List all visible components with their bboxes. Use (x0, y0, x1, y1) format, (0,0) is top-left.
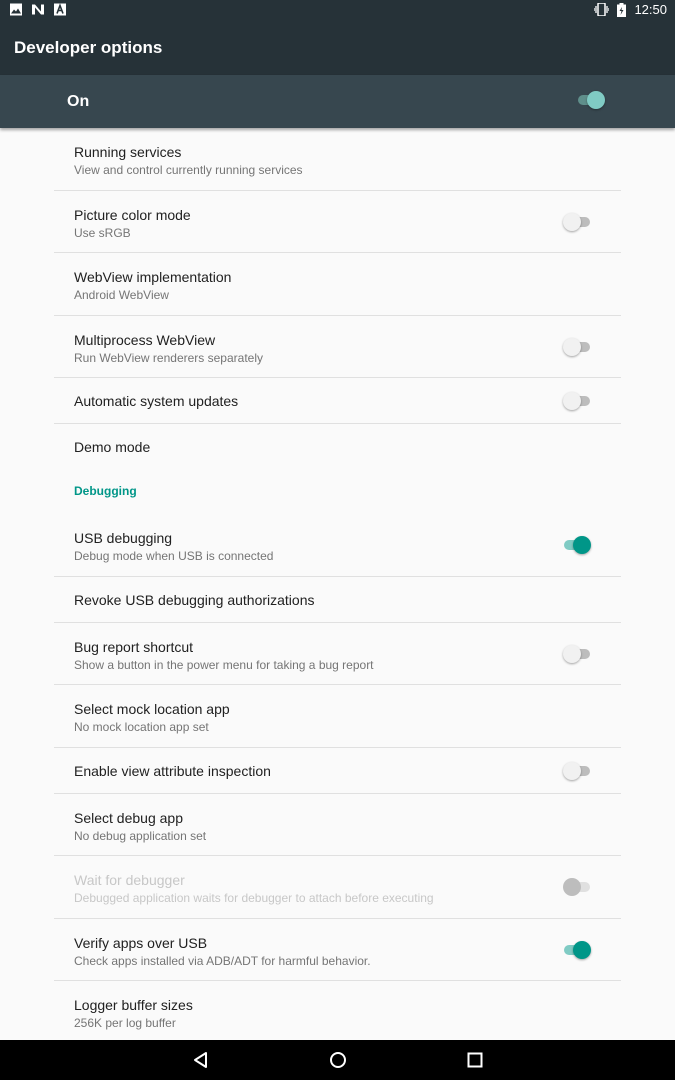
pref-summary: Debug mode when USB is connected (74, 549, 274, 563)
status-bar: 12:50 (0, 0, 675, 20)
pref-logger-buffer-sizes[interactable]: Logger buffer sizes 256K per log buffer (54, 981, 621, 1044)
pref-mock-location-app[interactable]: Select mock location app No mock locatio… (54, 685, 621, 748)
pref-summary: View and control currently running servi… (74, 163, 303, 177)
pref-title: Running services (74, 144, 182, 160)
wait-for-debugger-toggle (563, 878, 590, 896)
pref-revoke-usb-auth[interactable]: Revoke USB debugging authorizations (54, 577, 621, 623)
status-time: 12:50 (634, 2, 667, 17)
pref-summary: Check apps installed via ADB/ADT for har… (74, 953, 371, 968)
pref-title: Logger buffer sizes (74, 997, 193, 1013)
pref-summary: Use sRGB (74, 225, 131, 240)
pref-demo-mode[interactable]: Demo mode (54, 424, 621, 470)
pref-summary: 256K per log buffer (74, 1016, 176, 1030)
app-bar: Developer options (0, 20, 675, 75)
pref-title: WebView implementation (74, 269, 232, 285)
pref-title: Multiprocess WebView (74, 331, 216, 348)
pref-view-attribute-inspection[interactable]: Enable view attribute inspection (54, 748, 621, 794)
pref-usb-debugging[interactable]: USB debugging Debug mode when USB is con… (54, 514, 621, 577)
picture-color-mode-toggle[interactable] (563, 212, 590, 231)
category-title: Debugging (74, 484, 137, 498)
pref-title: Wait for debugger (74, 872, 185, 888)
view-attribute-inspection-toggle[interactable] (563, 761, 590, 780)
pref-webview-implementation[interactable]: WebView implementation Android WebView (54, 253, 621, 316)
pref-title: Select mock location app (74, 701, 230, 717)
verify-apps-usb-toggle[interactable] (564, 940, 591, 959)
automatic-system-updates-toggle[interactable] (563, 392, 590, 410)
pref-multiprocess-webview[interactable]: Multiprocess WebView Run WebView rendere… (54, 316, 621, 378)
n-icon (32, 4, 44, 15)
pref-title: Bug report shortcut (74, 638, 194, 655)
pref-title: Enable view attribute inspection (74, 762, 271, 779)
pref-automatic-system-updates[interactable]: Automatic system updates (54, 378, 621, 424)
pref-title: USB debugging (74, 530, 173, 546)
pref-select-debug-app[interactable]: Select debug app No debug application se… (54, 794, 621, 856)
settings-list: Running services View and control curren… (54, 128, 621, 1044)
image-icon (10, 3, 22, 16)
battery-icon (617, 2, 627, 17)
vibrate-icon (594, 3, 610, 16)
home-icon[interactable] (328, 1050, 348, 1070)
master-switch-label: On (67, 93, 90, 110)
pref-wait-for-debugger: Wait for debugger Debugged application w… (54, 856, 621, 919)
a-icon (54, 3, 66, 16)
back-icon[interactable] (191, 1050, 211, 1070)
pref-summary: No mock location app set (74, 720, 209, 734)
category-debugging: Debugging (54, 470, 621, 514)
pref-summary: Run WebView renderers separately (74, 350, 263, 365)
pref-summary: No debug application set (74, 828, 207, 843)
pref-title: Verify apps over USB (74, 934, 208, 951)
pref-title: Select debug app (74, 809, 183, 826)
pref-title: Demo mode (74, 439, 151, 455)
pref-bug-report-shortcut[interactable]: Bug report shortcut Show a button in the… (54, 623, 621, 685)
pref-summary: Show a button in the power menu for taki… (74, 657, 374, 672)
navigation-bar (0, 1040, 675, 1080)
pref-picture-color-mode[interactable]: Picture color mode Use sRGB (54, 191, 621, 253)
bug-report-shortcut-toggle[interactable] (563, 644, 590, 663)
pref-verify-apps-usb[interactable]: Verify apps over USB Check apps installe… (54, 919, 621, 981)
pref-summary: Debugged application waits for debugger … (74, 891, 434, 905)
pref-title: Automatic system updates (74, 393, 239, 409)
page-title: Developer options (14, 38, 163, 57)
recents-icon[interactable] (465, 1050, 485, 1070)
multiprocess-webview-toggle[interactable] (563, 337, 590, 356)
master-toggle[interactable] (578, 91, 605, 109)
master-switch-bar[interactable]: On (0, 75, 675, 128)
pref-title: Revoke USB debugging authorizations (74, 591, 315, 608)
usb-debugging-toggle[interactable] (564, 536, 591, 554)
pref-title: Picture color mode (74, 206, 191, 223)
pref-summary: Android WebView (74, 288, 169, 302)
pref-running-services[interactable]: Running services View and control curren… (54, 128, 621, 191)
